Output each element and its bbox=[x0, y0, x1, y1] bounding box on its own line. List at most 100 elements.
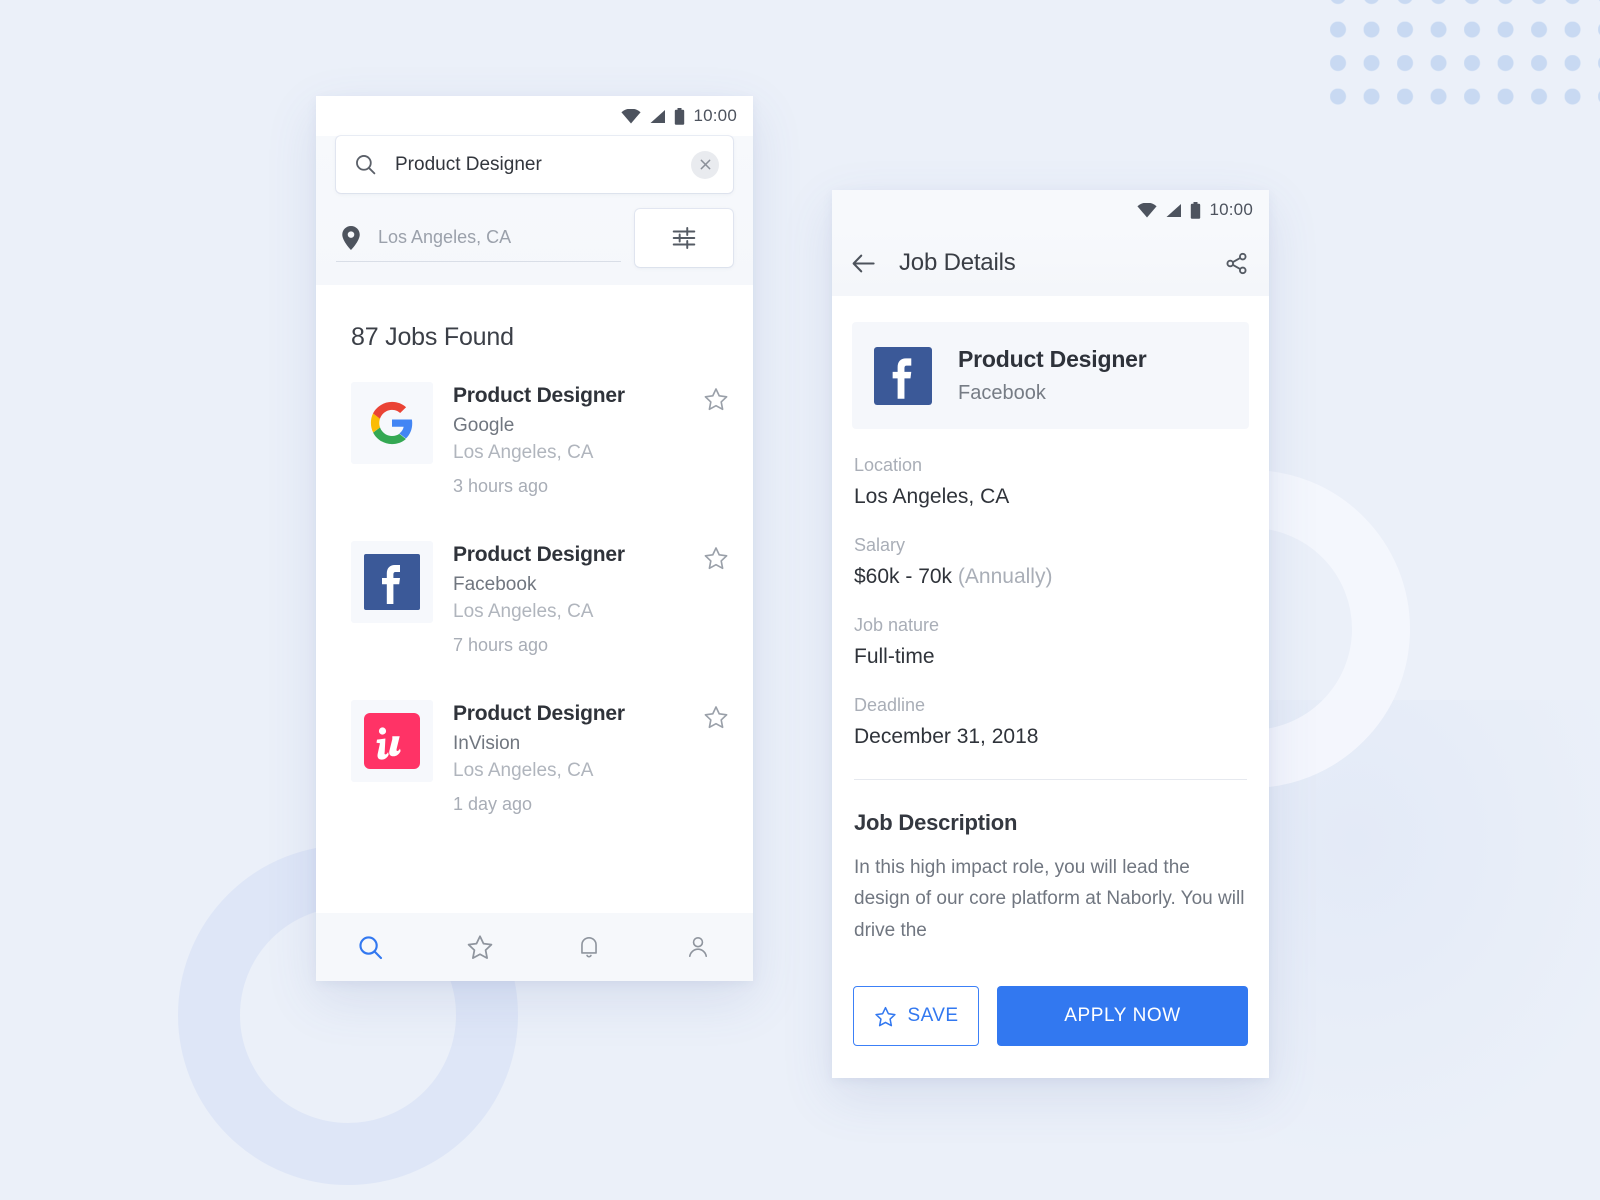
nav-item-notifications[interactable] bbox=[535, 934, 644, 960]
star-outline-icon bbox=[704, 388, 728, 411]
details-body: Product Designer Facebook Location Los A… bbox=[832, 322, 1269, 1047]
bookmark-button[interactable] bbox=[703, 541, 729, 576]
job-posted-time: 1 day ago bbox=[453, 794, 533, 814]
cellular-signal-icon bbox=[1166, 203, 1182, 217]
facebook-logo bbox=[364, 554, 420, 610]
save-button-label: SAVE bbox=[907, 1005, 959, 1027]
section-divider bbox=[854, 779, 1247, 780]
field-value: December 31, 2018 bbox=[854, 725, 1249, 749]
star-outline-icon bbox=[704, 706, 728, 729]
facebook-logo bbox=[874, 346, 932, 405]
search-header: Product Designer Los Angeles, CA bbox=[316, 136, 753, 285]
job-title: Product Designer bbox=[958, 346, 1147, 372]
company-logo-tile bbox=[351, 382, 433, 464]
job-location: Los Angeles, CA bbox=[453, 760, 594, 781]
job-company: Facebook bbox=[453, 574, 537, 595]
star-outline-icon bbox=[704, 547, 728, 570]
status-bar: 10:00 bbox=[316, 96, 753, 136]
job-list: 87 Jobs Found Product Designer Google Lo… bbox=[316, 285, 753, 837]
wifi-icon bbox=[1137, 202, 1158, 217]
job-description-title: Job Description bbox=[854, 810, 1018, 835]
background-decoration bbox=[0, 0, 1600, 1200]
job-meta: Product Designer Facebook Los Angeles, C… bbox=[453, 541, 703, 656]
status-bar: 10:00 bbox=[832, 190, 1269, 230]
page-title: Job Details bbox=[899, 249, 1016, 276]
star-outline-icon bbox=[467, 935, 493, 959]
invision-logo bbox=[364, 713, 420, 769]
company-logo-tile bbox=[351, 700, 433, 782]
field-job-nature: Job nature Full-time bbox=[852, 615, 1249, 669]
field-value: Los Angeles, CA bbox=[854, 485, 1249, 509]
job-title: Product Designer bbox=[453, 702, 625, 725]
tune-filter-icon bbox=[672, 227, 696, 249]
bookmark-button[interactable] bbox=[703, 382, 729, 417]
search-icon bbox=[359, 935, 383, 959]
cellular-signal-icon bbox=[650, 109, 666, 123]
field-value-text: Full-time bbox=[854, 645, 935, 668]
battery-icon bbox=[1191, 201, 1201, 219]
location-input[interactable]: Los Angeles, CA bbox=[336, 214, 621, 262]
location-input-value[interactable]: Los Angeles, CA bbox=[378, 227, 511, 248]
phone-job-search-screen: 10:00 Product Designer Los Angeles, CA 8… bbox=[316, 96, 753, 981]
bell-icon bbox=[581, 937, 597, 958]
status-bar-clock: 10:00 bbox=[693, 106, 737, 125]
field-deadline: Deadline December 31, 2018 bbox=[852, 695, 1249, 749]
arrow-back-icon[interactable] bbox=[850, 250, 877, 277]
field-label: Job nature bbox=[854, 615, 940, 635]
clear-search-button[interactable] bbox=[691, 150, 719, 179]
field-label: Salary bbox=[854, 535, 906, 555]
person-icon bbox=[689, 936, 708, 958]
close-icon bbox=[700, 159, 710, 170]
job-summary-text: Product Designer Facebook bbox=[958, 346, 1147, 405]
job-location: Los Angeles, CA bbox=[453, 442, 594, 463]
job-posted-time: 7 hours ago bbox=[453, 635, 549, 655]
status-bar-clock: 10:00 bbox=[1209, 200, 1253, 219]
job-company: InVision bbox=[453, 733, 521, 754]
job-company: Google bbox=[453, 415, 515, 436]
search-icon bbox=[356, 155, 376, 175]
star-outline-icon bbox=[874, 1006, 896, 1026]
job-summary-card: Product Designer Facebook bbox=[852, 322, 1249, 429]
job-posted-time: 3 hours ago bbox=[453, 476, 549, 496]
job-company: Facebook bbox=[958, 382, 1046, 404]
job-list-item[interactable]: Product Designer InVision Los Angeles, C… bbox=[336, 678, 733, 837]
bottom-navigation-bar bbox=[316, 913, 753, 981]
job-title: Product Designer bbox=[453, 543, 625, 566]
phone-job-details-screen: 10:00 Job Details Product Designer Faceb… bbox=[832, 190, 1269, 1078]
app-bar: Job Details bbox=[832, 230, 1269, 296]
share-icon[interactable] bbox=[1224, 251, 1249, 276]
location-pin-icon bbox=[342, 225, 360, 250]
apply-now-label: APPLY NOW bbox=[1064, 1005, 1181, 1027]
field-label: Location bbox=[854, 455, 923, 475]
search-input-container[interactable]: Product Designer bbox=[336, 136, 733, 193]
field-label: Deadline bbox=[854, 695, 926, 715]
field-location: Location Los Angeles, CA bbox=[852, 455, 1249, 509]
wifi-icon bbox=[621, 108, 642, 123]
job-description-body: In this high impact role, you will lead … bbox=[854, 857, 1245, 941]
results-count: 87 Jobs Found bbox=[351, 323, 514, 351]
company-logo-tile bbox=[351, 541, 433, 623]
job-meta: Product Designer InVision Los Angeles, C… bbox=[453, 700, 703, 815]
job-list-item[interactable]: Product Designer Facebook Los Angeles, C… bbox=[336, 519, 733, 678]
job-location: Los Angeles, CA bbox=[453, 601, 594, 622]
job-meta: Product Designer Google Los Angeles, CA … bbox=[453, 382, 703, 497]
field-value-text: Los Angeles, CA bbox=[854, 485, 1010, 508]
job-title: Product Designer bbox=[453, 384, 625, 407]
filter-button[interactable] bbox=[635, 209, 733, 267]
apply-now-button[interactable]: APPLY NOW bbox=[997, 986, 1248, 1047]
field-salary: Salary $60k - 70k (Annually) bbox=[852, 535, 1249, 589]
field-value-text: $60k - 70k bbox=[854, 565, 953, 588]
location-row: Los Angeles, CA bbox=[336, 209, 733, 267]
field-value: Full-time bbox=[854, 645, 1249, 669]
nav-item-search[interactable] bbox=[316, 934, 425, 961]
field-value-text: December 31, 2018 bbox=[854, 725, 1039, 748]
nav-item-profile[interactable] bbox=[644, 934, 753, 960]
nav-item-saved[interactable] bbox=[425, 933, 534, 961]
save-button[interactable]: SAVE bbox=[853, 986, 979, 1047]
field-value-suffix: (Annually) bbox=[957, 565, 1053, 588]
field-value: $60k - 70k (Annually) bbox=[854, 565, 1249, 589]
job-list-item[interactable]: Product Designer Google Los Angeles, CA … bbox=[336, 360, 733, 519]
search-input-value[interactable]: Product Designer bbox=[395, 154, 691, 176]
bookmark-button[interactable] bbox=[703, 700, 729, 735]
battery-icon bbox=[675, 107, 685, 125]
